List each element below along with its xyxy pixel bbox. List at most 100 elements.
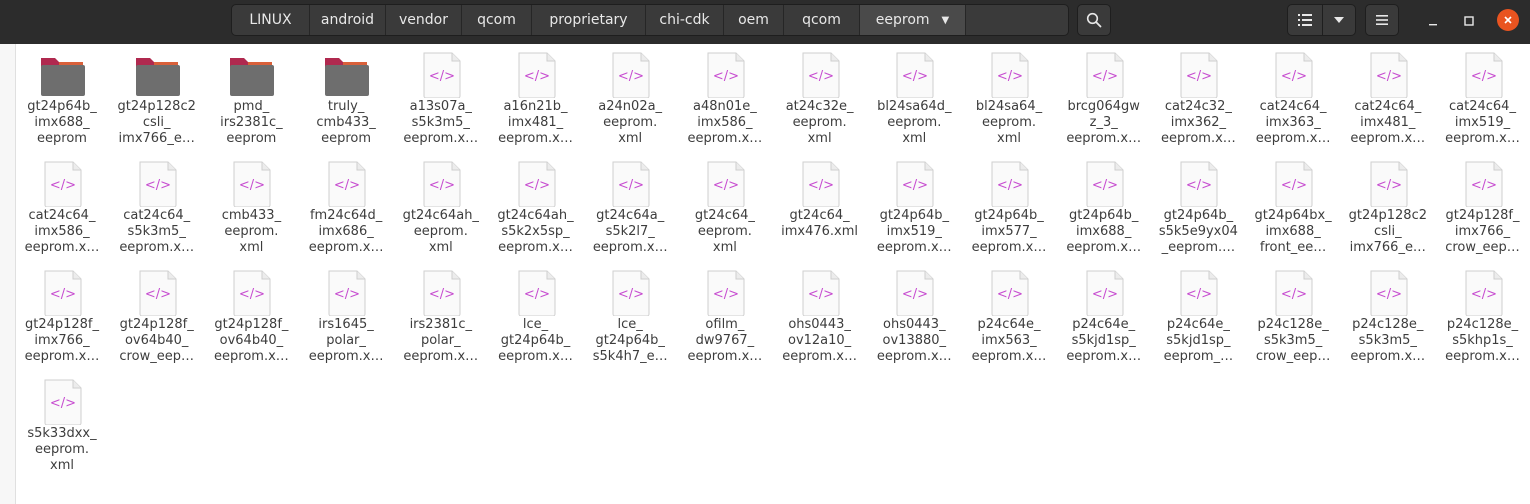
chevron-down-icon[interactable]: ▼ [942, 15, 950, 26]
file-item[interactable]: </> gt24p64b_ imx519_ eeprom.x… [867, 153, 961, 263]
file-name-line: s5k3m5_ [1263, 333, 1323, 348]
main-menu-button[interactable] [1365, 4, 1399, 36]
file-item[interactable]: </> a13s07a_ s5k3m5_ eeprom.x… [394, 44, 488, 154]
file-name-line: eeprom.x… [1350, 349, 1426, 364]
breadcrumb-item-vendor[interactable]: vendor [386, 5, 462, 35]
file-item[interactable]: </> gt24c64a_ s5k2l7_ eeprom.x… [583, 153, 677, 263]
xml-file-icon: </> [233, 270, 271, 317]
file-item[interactable]: </> cmb433_ eeprom. xml [204, 153, 298, 263]
file-item[interactable]: </> cat24c32_ imx362_ eeprom.x… [1151, 44, 1245, 154]
breadcrumb-item-linux[interactable]: LINUX [232, 5, 310, 35]
folder-item[interactable]: gt24p64b_ imx688_ eeprom [15, 44, 109, 154]
file-item[interactable]: </> p24c128e_ s5khp1s_ eeprom.x… [1436, 262, 1530, 372]
svg-text:</>: </> [997, 69, 1023, 84]
file-item[interactable]: </> gt24p64b_ s5k5e9yx04 _eeprom.… [1151, 153, 1245, 263]
xml-file-icon-wrap: </> [1081, 161, 1127, 208]
file-item[interactable]: </> gt24p64b_ imx577_ eeprom.x… [962, 153, 1056, 263]
file-name-line: eeprom [321, 131, 372, 146]
file-item[interactable]: </> gt24p128f_ ov64b40_ crow_eep… [110, 262, 204, 372]
svg-text:</>: </> [1376, 178, 1402, 193]
file-item[interactable]: </> fm24c64d_ imx686_ eeprom.x… [299, 153, 393, 263]
file-name-label: cat24c64_ imx481_ eeprom.x… [1343, 99, 1433, 147]
file-item[interactable]: </> ofilm_ dw9767_ eeprom.x… [678, 262, 772, 372]
file-item[interactable]: </> gt24p64bx_ imx688_ front_ee… [1246, 153, 1340, 263]
file-item[interactable]: </> lce_ gt24p64b_ eeprom.x… [489, 262, 583, 372]
xml-file-icon-wrap: </> [134, 161, 180, 208]
file-name-label: ohs0443_ ov13880_ eeprom.x… [869, 317, 959, 365]
file-item[interactable]: </> gt24c64ah_ eeprom. xml [394, 153, 488, 263]
minimize-button[interactable] [1420, 8, 1446, 34]
file-item[interactable]: </> irs1645_ polar_ eeprom.x… [299, 262, 393, 372]
file-item[interactable]: </> p24c64e_ s5kjd1sp_ eeprom_… [1151, 262, 1245, 372]
search-button[interactable] [1077, 4, 1111, 36]
xml-file-icon: </> [518, 52, 555, 99]
xml-file-icon: </> [139, 270, 177, 317]
breadcrumb-item-qcom[interactable]: qcom [462, 5, 532, 35]
breadcrumb-item-chi-cdk[interactable]: chi-cdk [646, 5, 724, 35]
file-item[interactable]: </> cat24c64_ imx481_ eeprom.x… [1341, 44, 1435, 154]
file-item[interactable]: </> bl24sa64d_ eeprom. xml [867, 44, 961, 154]
breadcrumb-item-qcom[interactable]: qcom [784, 5, 860, 35]
file-item[interactable]: </> gt24p128f_ imx766_ crow_eep… [1436, 153, 1530, 263]
file-item[interactable]: </> a16n21b_ imx481_ eeprom.x… [489, 44, 583, 154]
file-item[interactable]: </> brcg064gw z_3_ eeprom.x… [1057, 44, 1151, 154]
file-name-line: gt24p128f_ [119, 317, 194, 332]
svg-text:</>: </> [618, 178, 644, 193]
file-item[interactable]: </> p24c128e_ s5k3m5_ eeprom.x… [1341, 262, 1435, 372]
xml-file-icon: </> [44, 270, 82, 317]
file-name-line: pmd_ [233, 99, 270, 114]
file-item[interactable]: </> gt24c64_ eeprom. xml [678, 153, 772, 263]
file-item[interactable]: </> gt24c64_ imx476.xml [773, 153, 867, 263]
list-view-button[interactable] [1287, 4, 1323, 36]
maximize-button[interactable] [1456, 8, 1482, 34]
folder-item[interactable]: truly_ cmb433_ eeprom [299, 44, 393, 154]
file-item[interactable]: </> s5k33dxx_ eeprom. xml [15, 371, 109, 481]
file-item[interactable]: </> ohs0443_ ov13880_ eeprom.x… [867, 262, 961, 372]
file-name-line: eeprom.x… [498, 131, 573, 146]
file-item[interactable]: </> gt24p64b_ imx688_ eeprom.x… [1057, 153, 1151, 263]
xml-file-icon-wrap: </> [1270, 270, 1316, 317]
breadcrumb-item-oem[interactable]: oem [724, 5, 784, 35]
breadcrumb-item-proprietary[interactable]: proprietary [532, 5, 646, 35]
file-name-line: s5k3m5_ [1358, 333, 1417, 348]
close-button[interactable] [1497, 9, 1519, 31]
file-item[interactable]: </> gt24p128f_ imx766_ eeprom.x… [15, 262, 109, 372]
breadcrumb-item-android[interactable]: android [310, 5, 386, 35]
breadcrumb-empty-area[interactable] [966, 5, 1068, 35]
view-options-button[interactable] [1322, 4, 1356, 36]
file-item[interactable]: </> gt24p128f_ ov64b40_ eeprom.x… [204, 262, 298, 372]
breadcrumb-item-eeprom[interactable]: eeprom ▼ [860, 5, 966, 35]
file-item[interactable]: </> at24c32e_ eeprom. xml [773, 44, 867, 154]
folder-icon [325, 58, 370, 96]
file-name-label: brcg064gw z_3_ eeprom.x… [1059, 99, 1149, 147]
folder-item[interactable]: gt24p128c2 csli_ imx766_e… [110, 44, 204, 154]
file-name-line: front_ee… [1259, 240, 1327, 255]
file-name-label: p24c128e_ s5khp1s_ eeprom.x… [1438, 317, 1528, 365]
file-item[interactable]: </> cat24c64_ s5k3m5_ eeprom.x… [110, 153, 204, 263]
folder-item[interactable]: pmd_ irs2381c_ eeprom [204, 44, 298, 154]
file-item[interactable]: </> lce_ gt24p64b_ s5k4h7_e… [583, 262, 677, 372]
file-item[interactable]: </> irs2381c_ polar_ eeprom.x… [394, 262, 488, 372]
file-name-label: gt24p128f_ ov64b40_ crow_eep… [112, 317, 202, 365]
file-item[interactable]: </> gt24c64ah_ s5k2x5sp_ eeprom.x… [489, 153, 583, 263]
file-name-line: lce_ [522, 317, 549, 332]
file-item[interactable]: </> a24n02a_ eeprom. xml [583, 44, 677, 154]
file-item[interactable]: </> p24c128e_ s5k3m5_ crow_eep… [1246, 262, 1340, 372]
file-item[interactable]: </> p24c64e_ s5kjd1sp_ eeprom.x… [1057, 262, 1151, 372]
file-item[interactable]: </> cat24c64_ imx586_ eeprom.x… [15, 153, 109, 263]
file-name-line: p24c64e_ [1166, 317, 1230, 332]
file-item[interactable]: </> a48n01e_ imx586_ eeprom.x… [678, 44, 772, 154]
xml-file-icon: </> [518, 270, 555, 317]
file-item[interactable]: </> cat24c64_ imx363_ eeprom.x… [1246, 44, 1340, 154]
file-item[interactable]: </> bl24sa64_ eeprom. xml [962, 44, 1056, 154]
xml-file-icon: </> [1180, 270, 1218, 317]
file-item[interactable]: </> ohs0443_ ov12a10_ eeprom.x… [773, 262, 867, 372]
file-name-label: gt24p128f_ imx766_ crow_eep… [1438, 208, 1528, 256]
file-item[interactable]: </> p24c64e_ imx563_ eeprom.x… [962, 262, 1056, 372]
file-item[interactable]: </> cat24c64_ imx519_ eeprom.x… [1436, 44, 1530, 154]
file-name-line: s5kjd1sp_ [1166, 333, 1231, 348]
file-item[interactable]: </> gt24p128c2 csli_ imx766_e… [1341, 153, 1435, 263]
file-name-line: imx577_ [981, 224, 1037, 239]
file-name-line: p24c64e_ [977, 317, 1041, 332]
file-name-line: ohs0443_ [788, 317, 851, 332]
